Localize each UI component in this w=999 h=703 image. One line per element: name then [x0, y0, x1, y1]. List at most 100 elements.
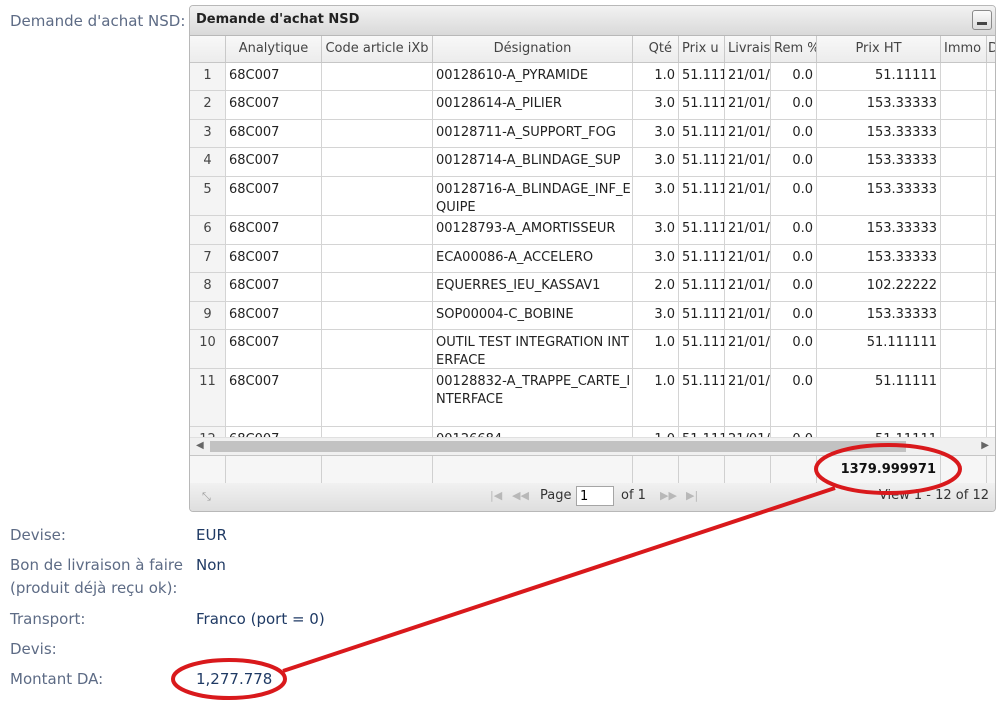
cell-qte: 1.0 — [633, 63, 679, 90]
cell-immo — [941, 177, 987, 215]
next-page-icon[interactable]: ▶▶ — [660, 489, 677, 502]
table-row[interactable]: 3 68C007 00128711-A_SUPPORT_FOG 3.0 51.111 21… — [190, 120, 995, 148]
col-header-d[interactable]: D — [987, 36, 995, 62]
cell-analytique: 68C007 — [226, 148, 322, 176]
cell-qte: 3.0 — [633, 245, 679, 272]
devise-label: Devise: — [10, 526, 66, 544]
cell-remise: 0.0 — [771, 216, 817, 244]
table-row[interactable]: 11 68C007 00128832-A_TRAPPE_CARTE_INTERFAC… — [190, 369, 995, 427]
cell-remise: 0.0 — [771, 369, 817, 426]
cell-prix-u: 51.111 — [679, 330, 725, 368]
montant-value: 1,277.778 — [196, 670, 273, 688]
cell-prix-ht: 153.33333 — [817, 302, 941, 329]
col-header-designation[interactable]: Désignation — [433, 36, 633, 62]
prev-page-icon[interactable]: ◀◀ — [512, 489, 529, 502]
scroll-left-icon[interactable]: ◀ — [196, 440, 204, 451]
scroll-right-icon[interactable]: ▶ — [981, 440, 989, 451]
col-header-prix-ht[interactable]: Prix HT — [817, 36, 941, 62]
col-header-analytique[interactable]: Analytique — [226, 36, 322, 62]
cell-livraison: 21/01/ — [725, 245, 771, 272]
cell-qte: 3.0 — [633, 302, 679, 329]
cell-code-article — [322, 120, 433, 147]
cell-analytique: 68C007 — [226, 330, 322, 368]
cell-livraison: 21/01/ — [725, 330, 771, 368]
cell-livraison: 21/01/ — [725, 177, 771, 215]
footer-cell — [433, 456, 633, 483]
annotation-connector-line — [282, 486, 836, 673]
cell-designation: 00126684- — [433, 427, 633, 437]
footer-cell — [633, 456, 679, 483]
page-label: Page — [540, 488, 572, 503]
cell-designation: EQUERRES_IEU_KASSAV1 — [433, 273, 633, 301]
table-row[interactable]: 6 68C007 00128793-A_AMORTISSEUR 3.0 51.111 21… — [190, 216, 995, 245]
col-header-qte[interactable]: Qté — [633, 36, 679, 62]
bon-livraison-label-line2: (produit déjà reçu ok): — [10, 579, 178, 597]
horizontal-scrollbar[interactable]: ◀ ▶ — [190, 437, 995, 455]
cell-rownum: 10 — [190, 330, 226, 368]
cell-prix-u: 51.111 — [679, 369, 725, 426]
table-row[interactable]: 10 68C007 OUTIL TEST INTEGRATION INTERFACE… — [190, 330, 995, 369]
grid-body: 1 68C007 00128610-A_PYRAMIDE 1.0 51.111 21/01… — [190, 63, 995, 437]
cell-prix-ht: 153.33333 — [817, 91, 941, 119]
table-row[interactable]: 1 68C007 00128610-A_PYRAMIDE 1.0 51.111 21/01… — [190, 63, 995, 91]
col-header-remise[interactable]: Rem % — [771, 36, 817, 62]
table-row[interactable]: 4 68C007 00128714-A_BLINDAGE_SUP 3.0 51.111 2… — [190, 148, 995, 177]
col-header-code-article[interactable]: Code article iXb — [322, 36, 433, 62]
of-pages-label: of 1 — [621, 488, 646, 503]
cell-immo — [941, 273, 987, 301]
cell-analytique: 68C007 — [226, 302, 322, 329]
scrollbar-thumb[interactable] — [210, 441, 906, 452]
cell-rownum: 2 — [190, 91, 226, 119]
table-row[interactable]: 7 68C007 ECA00086-A_ACCELERO 3.0 51.111 21/01… — [190, 245, 995, 273]
cell-rownum: 4 — [190, 148, 226, 176]
cell-prix-u: 51.111 — [679, 120, 725, 147]
first-page-icon[interactable]: |◀ — [490, 489, 502, 502]
cell-immo — [941, 245, 987, 272]
resize-icon[interactable]: ⤡ — [202, 490, 211, 504]
cell-prix-u: 51.111 — [679, 148, 725, 176]
cell-livraison: 21/01/ — [725, 148, 771, 176]
cell-qte: 3.0 — [633, 177, 679, 215]
cell-prix-u: 51.111 — [679, 273, 725, 301]
col-header-rownum — [190, 36, 226, 62]
cell-analytique: 68C007 — [226, 245, 322, 272]
cell-prix-ht: 102.22222 — [817, 273, 941, 301]
cell-livraison: 21/01/ — [725, 427, 771, 437]
cell-code-article — [322, 63, 433, 90]
col-header-livraison[interactable]: Livrais — [725, 36, 771, 62]
cell-prix-ht: 51.11111 — [817, 427, 941, 437]
minimize-icon — [977, 22, 987, 25]
cell-designation: 00128711-A_SUPPORT_FOG — [433, 120, 633, 147]
cell-prix-u: 51.111 — [679, 91, 725, 119]
cell-code-article — [322, 302, 433, 329]
cell-livraison: 21/01/ — [725, 216, 771, 244]
table-row[interactable]: 1268C007 00126684-1.051.11121/01/0.051.11… — [190, 427, 995, 437]
cell-rownum: 7 — [190, 245, 226, 272]
col-header-prix-u[interactable]: Prix u — [679, 36, 725, 62]
cell-code-article — [322, 245, 433, 272]
cell-prix-ht: 153.33333 — [817, 177, 941, 215]
page-number-input[interactable] — [576, 486, 614, 506]
table-row[interactable]: 8 68C007 EQUERRES_IEU_KASSAV1 2.0 51.111 21/0… — [190, 273, 995, 302]
cell-rownum: 5 — [190, 177, 226, 215]
last-page-icon[interactable]: ▶| — [686, 489, 698, 502]
cell-remise: 0.0 — [771, 148, 817, 176]
bon-livraison-value: Non — [196, 556, 226, 574]
cell-rownum: 6 — [190, 216, 226, 244]
cell-livraison: 21/01/ — [725, 120, 771, 147]
demande-grid: Demande d'achat NSD Analytique Code arti… — [189, 5, 996, 512]
minimize-button[interactable] — [972, 10, 992, 30]
cell-designation: 00128832-A_TRAPPE_CARTE_INTERFACE — [433, 369, 633, 426]
cell-designation: SOP00004-C_BOBINE — [433, 302, 633, 329]
col-header-immo[interactable]: Immo — [941, 36, 987, 62]
cell-prix-ht: 153.33333 — [817, 245, 941, 272]
table-row[interactable]: 9 68C007 SOP00004-C_BOBINE 3.0 51.111 21/01/0… — [190, 302, 995, 330]
table-row[interactable]: 5 68C007 00128716-A_BLINDAGE_INF_EQUIPE 3.0… — [190, 177, 995, 216]
cell-rownum: 9 — [190, 302, 226, 329]
cell-code-article — [322, 427, 433, 437]
cell-remise: 0.0 — [771, 120, 817, 147]
footer-cell — [941, 456, 987, 483]
table-row[interactable]: 2 68C007 00128614-A_PILIER 3.0 51.111 21/01/0… — [190, 91, 995, 120]
cell-immo — [941, 148, 987, 176]
cell-qte: 3.0 — [633, 148, 679, 176]
